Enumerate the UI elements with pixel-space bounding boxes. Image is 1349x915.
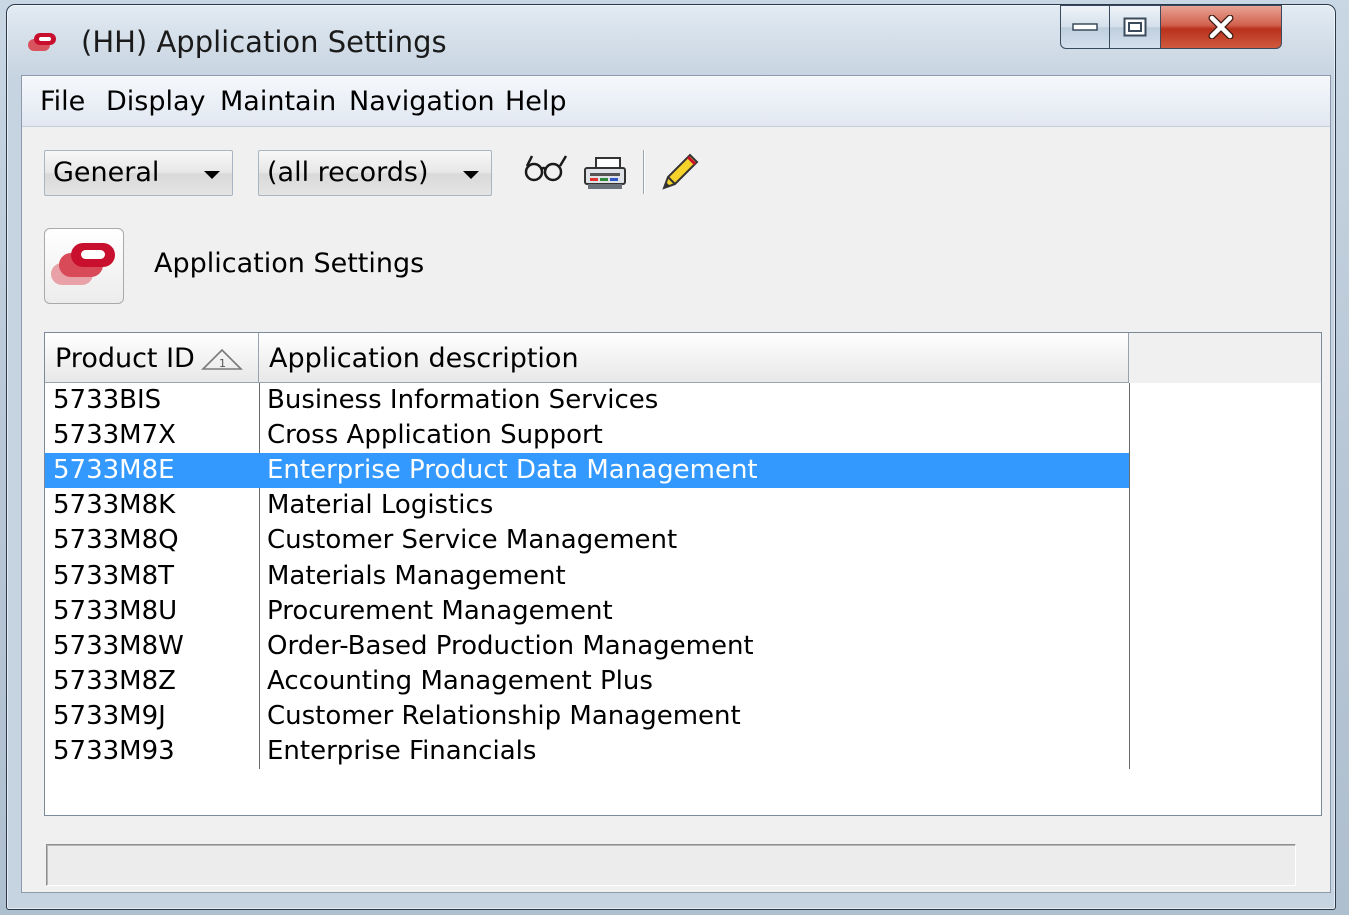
sort-ascending-icon: 1: [201, 348, 243, 370]
glasses-icon[interactable]: [522, 152, 570, 184]
dropdown-arrow-icon: [204, 171, 220, 179]
record-filter-select[interactable]: (all records): [258, 150, 492, 196]
menu-display[interactable]: Display: [106, 86, 206, 117]
dropdown-arrow-icon: [463, 171, 479, 179]
menu-file[interactable]: File: [40, 86, 85, 117]
app-settings-icon: [44, 228, 124, 304]
table-row[interactable]: 5733M8E Enterprise Product Data Managemen…: [45, 453, 1129, 489]
maximize-icon: [1123, 17, 1147, 37]
column-header-product-id[interactable]: Product ID 1: [45, 333, 259, 383]
close-button[interactable]: [1160, 5, 1282, 49]
menu-navigation[interactable]: Navigation: [349, 86, 495, 117]
product-id-cell: 5733M8Q: [53, 525, 179, 556]
product-id-cell: 5733M8K: [53, 490, 176, 521]
status-bar: [46, 844, 1296, 886]
close-icon: [1208, 15, 1234, 39]
table-row[interactable]: 5733M8K Material Logistics: [45, 488, 1129, 523]
client-area: File Display Maintain Navigation Help Ge…: [21, 75, 1331, 893]
printer-icon[interactable]: [582, 154, 628, 192]
description-cell: Enterprise Product Data Management: [267, 455, 758, 486]
description-cell: Material Logistics: [267, 490, 494, 521]
application-settings-window: (HH) Application Settings File Display M…: [6, 4, 1336, 910]
menu-bar: File Display Maintain Navigation Help: [22, 76, 1330, 127]
table-row[interactable]: 5733M93 Enterprise Financials: [45, 734, 1129, 769]
table-row[interactable]: 5733M8Q Customer Service Management: [45, 523, 1129, 558]
product-id-cell: 5733BIS: [53, 385, 162, 415]
page-title: Application Settings: [154, 248, 425, 279]
toolbar-separator: [643, 150, 645, 194]
table-row[interactable]: 5733M8U Procurement Management: [45, 594, 1129, 629]
description-cell: Materials Management: [267, 560, 566, 591]
app-logo-icon: [28, 33, 56, 51]
product-id-cell: 5733M8U: [53, 595, 178, 626]
description-cell: Enterprise Financials: [267, 736, 537, 766]
product-id-cell: 5733M8E: [53, 455, 175, 486]
product-id-cell: 5733M8W: [53, 630, 184, 661]
minimize-button[interactable]: [1060, 5, 1110, 49]
table-row[interactable]: 5733M8W Order-Based Production Management: [45, 629, 1129, 664]
table-row[interactable]: 5733M8Z Accounting Management Plus: [45, 664, 1129, 699]
description-cell: Order-Based Production Management: [267, 630, 754, 661]
record-filter-value: (all records): [267, 157, 429, 188]
app-logo-large-icon: [51, 243, 115, 285]
view-select[interactable]: General: [44, 150, 233, 196]
table-row[interactable]: 5733M8T Materials Management: [45, 559, 1129, 594]
column-divider: [1129, 383, 1130, 769]
menu-maintain[interactable]: Maintain: [220, 86, 336, 117]
description-cell: Procurement Management: [267, 595, 613, 626]
view-select-value: General: [53, 157, 160, 188]
table-row[interactable]: 5733M7X Cross Application Support: [45, 418, 1129, 453]
application-list[interactable]: Product ID 1 Application description 573…: [44, 332, 1322, 816]
product-id-cell: 5733M8T: [53, 560, 175, 591]
description-cell: Business Information Services: [267, 385, 659, 415]
column-header-label: Product ID: [55, 343, 195, 374]
product-id-cell: 5733M8Z: [53, 665, 176, 696]
product-id-cell: 5733M93: [53, 736, 175, 766]
description-cell: Cross Application Support: [267, 420, 603, 451]
table-row[interactable]: 5733M9J Customer Relationship Management: [45, 699, 1129, 734]
description-cell: Customer Relationship Management: [267, 700, 741, 731]
table-row[interactable]: 5733BIS Business Information Services: [45, 383, 1129, 418]
menu-help[interactable]: Help: [505, 86, 567, 117]
maximize-button[interactable]: [1109, 5, 1161, 49]
window-title: (HH) Application Settings: [81, 25, 447, 59]
column-header-label: Application description: [269, 343, 579, 374]
description-cell: Accounting Management Plus: [267, 665, 653, 696]
product-id-cell: 5733M7X: [53, 420, 176, 451]
minimize-icon: [1072, 23, 1098, 31]
column-header-description[interactable]: Application description: [259, 333, 1129, 383]
sort-order-number: 1: [219, 357, 226, 370]
product-id-cell: 5733M9J: [53, 700, 166, 731]
pencil-icon[interactable]: [658, 150, 702, 194]
title-bar[interactable]: (HH) Application Settings: [7, 5, 1335, 75]
description-cell: Customer Service Management: [267, 525, 678, 556]
